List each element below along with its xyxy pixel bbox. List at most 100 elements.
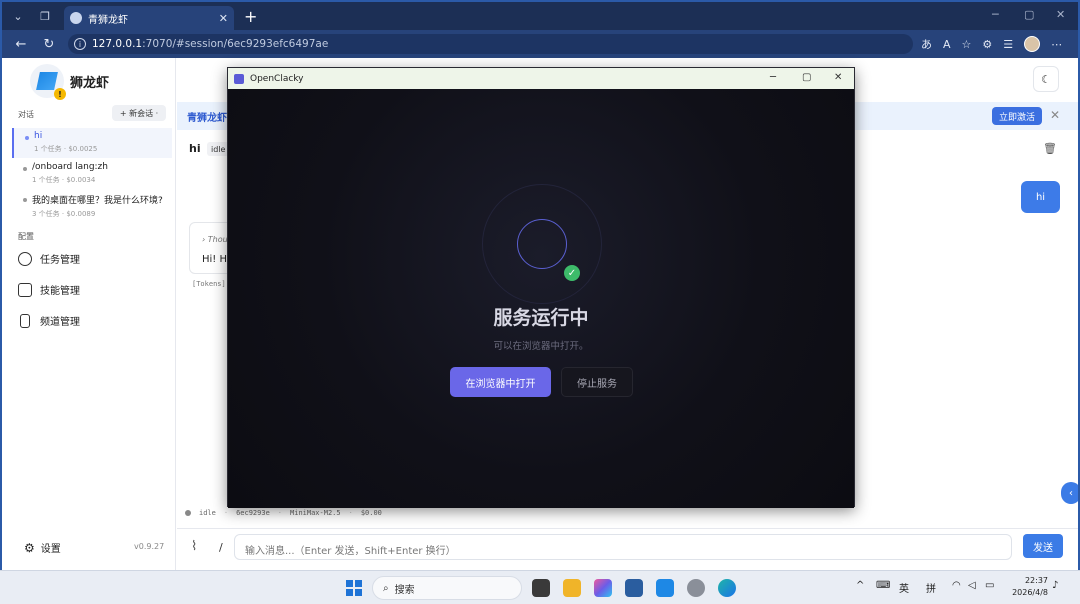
sidebar-item-tasks[interactable]: 任务管理: [18, 251, 80, 266]
gear-icon: ⚙: [24, 540, 35, 555]
warning-badge-icon[interactable]: !: [54, 88, 66, 100]
profile-avatar[interactable]: [1024, 36, 1041, 52]
new-session-button[interactable]: + 新会话 ·: [112, 105, 166, 121]
extensions-icon[interactable]: ⚙: [982, 38, 992, 51]
open-in-browser-button[interactable]: 在浏览器中打开: [450, 367, 551, 397]
workspaces-icon[interactable]: ❐: [34, 6, 56, 26]
attach-icon[interactable]: ⌇: [191, 539, 197, 554]
openclacky-dialog: OpenClacky ─ ▢ ✕ ✓ 服务运行中 可以在浏览器中打开。 在浏览器…: [227, 67, 855, 508]
status-separator: ·: [348, 509, 353, 517]
taskbar-search[interactable]: ⌕ 搜索: [372, 576, 522, 600]
new-tab-icon[interactable]: +: [244, 7, 257, 26]
more-menu-icon[interactable]: ⋯: [1051, 38, 1062, 51]
url-field[interactable]: i 127.0.0.1 :7070/#session/6ec9293efc649…: [68, 34, 913, 54]
refresh-icon[interactable]: ↻: [40, 37, 58, 52]
back-icon[interactable]: ←: [12, 37, 30, 52]
session-title-header: hi: [189, 142, 201, 155]
clock-date: 2026/4/8: [1012, 588, 1048, 597]
stop-service-button[interactable]: 停止服务: [561, 367, 633, 397]
settings-label: 设置: [40, 544, 61, 555]
session-dot-icon: [23, 198, 27, 202]
task-view-icon[interactable]: [532, 579, 550, 597]
session-dot-icon: [25, 136, 29, 140]
notification-bell-icon[interactable]: ♪: [1052, 580, 1058, 591]
session-item[interactable]: 我的桌面在哪里？我是什么环境? 3 个任务 · $0.0089: [12, 190, 172, 220]
status-ring-inner: [517, 219, 567, 269]
tray-chevron-icon[interactable]: ^: [856, 580, 864, 591]
send-button[interactable]: 发送: [1023, 534, 1063, 558]
status-state: idle: [199, 509, 216, 517]
battery-icon[interactable]: ▭: [985, 580, 994, 591]
file-explorer-icon[interactable]: [563, 579, 581, 597]
app-logo: !: [30, 64, 66, 100]
dialog-minimize-icon[interactable]: ─: [770, 72, 776, 83]
tab-actions-icon[interactable]: ⌄: [7, 6, 29, 26]
taskbar-clock[interactable]: 22:37 2026/4/8: [1008, 575, 1048, 599]
app-name: 狮龙虾: [70, 76, 110, 91]
volume-icon[interactable]: ◁: [968, 580, 976, 591]
dialog-body: ✓ 服务运行中 可以在浏览器中打开。 在浏览器中打开 停止服务: [228, 89, 854, 508]
tokens-label: [Tokens]: [192, 280, 226, 288]
status-separator: ·: [223, 509, 229, 517]
sidebar-item-label: 频道管理: [40, 317, 80, 328]
sidebar-item-skills[interactable]: 技能管理: [18, 282, 80, 297]
session-item[interactable]: /onboard lang:zh 1 个任务 · $0.0034: [12, 159, 172, 189]
user-message: hi: [1021, 181, 1060, 213]
ime-language[interactable]: 英: [899, 580, 909, 595]
clock-time: 22:37: [1024, 576, 1048, 585]
session-item[interactable]: hi 1 个任务 · $0.0025: [12, 128, 172, 158]
start-icon[interactable]: [346, 580, 362, 596]
favorites-list-icon[interactable]: ☰: [1003, 38, 1013, 51]
collapse-panel-icon[interactable]: ‹: [1061, 482, 1078, 504]
address-bar: ← ↻ i 127.0.0.1 :7070/#session/6ec9293ef…: [2, 30, 1078, 58]
close-banner-icon[interactable]: ✕: [1050, 108, 1060, 122]
app-icon: [234, 73, 244, 84]
check-icon: ✓: [564, 265, 580, 281]
ime-mode[interactable]: 拼: [926, 580, 936, 595]
site-info-icon[interactable]: i: [74, 38, 86, 50]
browser-tab[interactable]: 青狮龙虾 ✕: [64, 6, 234, 30]
theme-toggle-icon[interactable]: ☾: [1033, 66, 1059, 92]
lobster-app-icon[interactable]: [656, 579, 674, 597]
copilot-icon[interactable]: [594, 579, 612, 597]
maximize-window-icon[interactable]: ▢: [1024, 8, 1034, 21]
session-title: /onboard lang:zh: [32, 162, 108, 172]
settings-app-icon[interactable]: [687, 579, 705, 597]
minimize-window-icon[interactable]: ─: [992, 8, 999, 21]
status-bar: idle · 6ec9293e · MiniMax-M2.5 · $0.00: [185, 509, 382, 517]
tab-bar: ⌄ ❐ 青狮龙虾 ✕ + ─ ▢ ✕: [2, 2, 1078, 30]
delete-session-icon[interactable]: 🗑: [1043, 142, 1057, 155]
dialog-close-icon[interactable]: ✕: [834, 72, 842, 83]
close-window-icon[interactable]: ✕: [1056, 8, 1065, 21]
session-title: hi: [34, 131, 43, 141]
favorite-star-icon[interactable]: ☆: [962, 38, 972, 51]
edge-icon[interactable]: [718, 579, 736, 597]
status-dot-icon: [185, 510, 191, 516]
url-path: :7070/#session/6ec9293efc6497ae: [142, 38, 329, 50]
sidebar-item-label: 技能管理: [40, 286, 80, 297]
composer: ⌇ / 输入消息...（Enter 发送，Shift+Enter 换行） 发送: [177, 528, 1078, 570]
sidebar-item-channels[interactable]: 频道管理: [18, 313, 80, 328]
taskbar: ⌕ 搜索 ^ ⌨ 英 拼 ◠ ◁ ▭ 22:37 2026/4/8 ♪: [0, 570, 1080, 604]
tab-favicon-icon: [70, 12, 82, 24]
banner-text: 青狮龙虾: [187, 112, 227, 124]
session-meta: 3 个任务 · $0.0089: [32, 210, 96, 218]
settings-button[interactable]: ⚙ 设置: [24, 540, 61, 556]
message-input[interactable]: 输入消息...（Enter 发送，Shift+Enter 换行）: [234, 534, 1012, 560]
section-conversations: 对话: [18, 110, 34, 119]
close-tab-icon[interactable]: ✕: [219, 12, 228, 25]
translate-icon[interactable]: あ: [921, 36, 932, 52]
store-icon[interactable]: [625, 579, 643, 597]
slash-command-button[interactable]: /: [219, 541, 223, 554]
read-aloud-icon[interactable]: A: [943, 38, 951, 51]
keyboard-icon[interactable]: ⌨: [876, 580, 890, 591]
activate-button[interactable]: 立即激活: [992, 107, 1042, 125]
sidebar-item-label: 任务管理: [40, 255, 80, 266]
wifi-icon[interactable]: ◠: [952, 580, 961, 591]
session-dot-icon: [23, 167, 27, 171]
phone-icon: [20, 313, 30, 328]
puzzle-icon: [18, 282, 32, 297]
session-title: 我的桌面在哪里？我是什么环境?: [32, 196, 163, 206]
dialog-maximize-icon[interactable]: ▢: [802, 72, 811, 83]
browser-toolbar-icons: あ A ☆ ⚙ ☰ ⋯: [921, 36, 1062, 52]
